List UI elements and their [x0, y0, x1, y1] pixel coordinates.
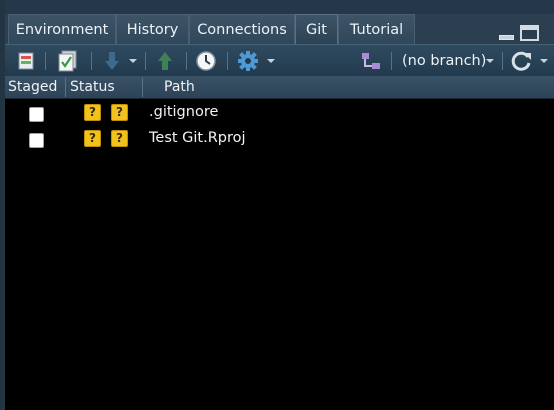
toolbar-separator: [145, 52, 146, 70]
tab-tutorial[interactable]: Tutorial: [338, 14, 415, 44]
tab-history[interactable]: History: [116, 14, 189, 44]
pull-icon[interactable]: [102, 50, 122, 72]
refresh-dropdown-icon[interactable]: [540, 59, 548, 63]
toolbar-separator: [391, 52, 392, 70]
branch-selector[interactable]: (no branch): [402, 53, 486, 69]
column-divider: [65, 78, 66, 97]
toolbar-separator: [227, 52, 228, 70]
tab-environment[interactable]: Environment: [8, 14, 116, 44]
file-row[interactable]: ? ? .gitignore: [5, 101, 554, 127]
pull-dropdown-icon[interactable]: [129, 59, 137, 63]
untracked-status-icon: ?: [84, 104, 101, 121]
minimize-pane-icon[interactable]: [499, 26, 514, 40]
git-toolbar: (no branch): [5, 44, 554, 76]
untracked-status-icon: ?: [111, 104, 128, 121]
tab-git[interactable]: Git: [295, 14, 338, 44]
diff-icon[interactable]: [17, 50, 35, 72]
column-header: Staged Status Path: [5, 76, 554, 99]
untracked-status-icon: ?: [111, 130, 128, 147]
branch-dropdown-icon[interactable]: [486, 59, 494, 63]
toolbar-separator: [502, 52, 503, 70]
new-branch-icon[interactable]: [360, 50, 382, 72]
column-status[interactable]: Status: [70, 76, 115, 99]
tab-bar: Environment History Connections Git Tuto…: [5, 0, 554, 44]
commit-icon[interactable]: [57, 50, 79, 72]
column-path[interactable]: Path: [164, 76, 195, 99]
gear-dropdown-icon[interactable]: [267, 59, 275, 63]
gear-icon[interactable]: [237, 50, 259, 72]
staged-checkbox[interactable]: [29, 107, 44, 122]
refresh-icon[interactable]: [511, 50, 533, 72]
staged-checkbox[interactable]: [29, 133, 44, 148]
tab-connections[interactable]: Connections: [189, 14, 295, 44]
file-path[interactable]: .gitignore: [149, 104, 218, 120]
file-path[interactable]: Test Git.Rproj: [149, 130, 246, 146]
toolbar-separator: [45, 52, 46, 70]
git-pane: Environment History Connections Git Tuto…: [5, 0, 554, 410]
maximize-pane-icon[interactable]: [520, 25, 539, 41]
pane-top-strip: [5, 0, 554, 14]
column-divider: [142, 78, 143, 97]
history-icon[interactable]: [195, 50, 217, 72]
push-icon[interactable]: [155, 50, 175, 72]
toolbar-separator: [91, 52, 92, 70]
column-staged[interactable]: Staged: [8, 76, 57, 99]
toolbar-separator: [186, 52, 187, 70]
file-row[interactable]: ? ? Test Git.Rproj: [5, 127, 554, 153]
untracked-status-icon: ?: [84, 130, 101, 147]
